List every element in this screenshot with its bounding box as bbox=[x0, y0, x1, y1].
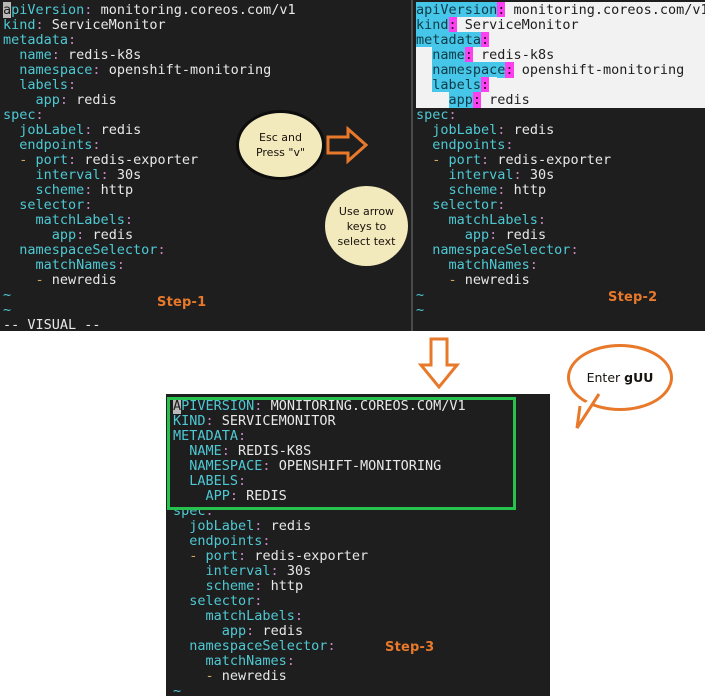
code-line[interactable]: app: redis bbox=[416, 92, 705, 108]
code-line[interactable]: NAMESPACE: OPENSHIFT-MONITORING bbox=[173, 459, 550, 474]
code-line[interactable]: matchNames: bbox=[173, 654, 550, 669]
code-line[interactable]: labels: bbox=[416, 77, 705, 93]
code-line[interactable]: jobLabel: redis bbox=[416, 123, 705, 138]
empty-buffer-line: ~ bbox=[3, 302, 12, 318]
code-line[interactable]: apiVersion: monitoring.coreos.com/v1 bbox=[416, 2, 705, 18]
code-line[interactable]: matchLabels: bbox=[416, 213, 705, 228]
code-line[interactable]: spec: bbox=[416, 108, 705, 123]
code-line[interactable]: spec: bbox=[3, 108, 411, 123]
code-line[interactable]: matchNames: bbox=[416, 258, 705, 273]
callout-enter-prefix: Enter bbox=[586, 370, 625, 385]
arrow-right-icon bbox=[326, 125, 369, 165]
code-line[interactable]: selector: bbox=[416, 198, 705, 213]
arrow-down-icon bbox=[417, 337, 461, 390]
callout-enter-guu: Enter gUU bbox=[567, 344, 673, 429]
code-line[interactable]: - port: redis-exporter bbox=[173, 549, 550, 564]
step-1-label: Step-1 bbox=[157, 295, 207, 310]
code-line[interactable]: matchLabels: bbox=[173, 609, 550, 624]
code-line[interactable]: namespaceSelector: bbox=[416, 243, 705, 258]
vim-status-line: -- VISUAL -- bbox=[3, 317, 101, 332]
code-line[interactable]: interval: 30s bbox=[3, 168, 411, 183]
code-line[interactable]: APIVERSION: MONITORING.COREOS.COM/V1 bbox=[173, 398, 550, 414]
code-line[interactable]: jobLabel: redis bbox=[173, 519, 550, 534]
code-area-step-1[interactable]: apiVersion: monitoring.coreos.com/v1 kind… bbox=[3, 2, 411, 332]
callout-arrowkeys-line-2: keys to bbox=[346, 219, 387, 233]
code-line[interactable]: metadata: bbox=[3, 33, 411, 48]
callout-esc-text: Esc and Press "v" bbox=[256, 130, 305, 160]
code-line[interactable]: kind: ServiceMonitor bbox=[3, 18, 411, 33]
empty-buffer-line: ~ bbox=[416, 287, 425, 303]
code-area-step-3[interactable]: APIVERSION: MONITORING.COREOS.COM/V1 KIND… bbox=[173, 398, 550, 696]
speech-bubble-tail-icon bbox=[575, 393, 601, 429]
code-line[interactable]: kind: ServiceMonitor bbox=[416, 17, 705, 33]
code-line[interactable]: - newredis bbox=[173, 669, 550, 684]
step-3-label: Step-3 bbox=[385, 640, 435, 655]
code-area-step-2[interactable]: apiVersion: monitoring.coreos.com/v1 kin… bbox=[416, 2, 705, 318]
step-2-label: Step-2 bbox=[608, 290, 658, 305]
vim-panel-step-2[interactable]: apiVersion: monitoring.coreos.com/v1 kin… bbox=[413, 0, 705, 331]
code-line[interactable]: KIND: SERVICEMONITOR bbox=[173, 414, 550, 429]
code-line[interactable]: namespace: openshift-monitoring bbox=[416, 62, 705, 78]
code-line[interactable]: - newredis bbox=[416, 273, 705, 288]
code-line[interactable]: LABELS: bbox=[173, 474, 550, 489]
code-line[interactable]: scheme: http bbox=[416, 183, 705, 198]
code-line[interactable]: selector: bbox=[173, 594, 550, 609]
callout-arrowkeys-line-3: select text bbox=[337, 234, 396, 248]
code-line[interactable]: interval: 30s bbox=[416, 168, 705, 183]
callout-enter-text: Enter gUU bbox=[587, 370, 654, 385]
callout-use-arrow-keys: Use arrow keys to select text bbox=[325, 186, 408, 266]
vim-panel-step-1[interactable]: apiVersion: monitoring.coreos.com/v1 kind… bbox=[0, 0, 411, 331]
code-line[interactable]: - newredis bbox=[3, 273, 411, 288]
callout-esc-line-1: Esc and bbox=[259, 131, 302, 144]
callout-arrowkeys-line-1: Use arrow bbox=[338, 204, 395, 218]
callout-enter-command: gUU bbox=[624, 370, 654, 385]
code-line[interactable]: spec: bbox=[173, 504, 550, 519]
code-line[interactable]: namespaceSelector: bbox=[173, 639, 550, 654]
code-line[interactable]: APP: REDIS bbox=[173, 489, 550, 504]
code-line[interactable]: scheme: http bbox=[173, 579, 550, 594]
callout-esc-and-press-v: Esc and Press "v" bbox=[236, 110, 325, 180]
empty-buffer-line: ~ bbox=[416, 302, 425, 318]
code-line[interactable]: metadata: bbox=[416, 32, 705, 48]
code-line[interactable]: METADATA: bbox=[173, 429, 550, 444]
code-line[interactable]: labels: bbox=[3, 78, 411, 93]
callout-arrowkeys-text: Use arrow keys to select text bbox=[338, 204, 396, 249]
code-line[interactable]: apiVersion: monitoring.coreos.com/v1 bbox=[3, 2, 411, 18]
code-line[interactable]: app: redis bbox=[173, 624, 550, 639]
code-line[interactable]: - port: redis-exporter bbox=[416, 153, 705, 168]
empty-buffer-line: ~ bbox=[3, 287, 12, 303]
code-line[interactable]: app: redis bbox=[3, 93, 411, 108]
code-line[interactable]: name: redis-k8s bbox=[416, 47, 705, 63]
code-line[interactable]: app: redis bbox=[416, 228, 705, 243]
empty-buffer-line: ~ bbox=[173, 683, 182, 696]
code-line[interactable]: NAME: REDIS-K8S bbox=[173, 444, 550, 459]
code-line[interactable]: endpoints: bbox=[416, 138, 705, 153]
callout-esc-line-2: Press "v" bbox=[255, 146, 306, 159]
vim-panel-step-3[interactable]: APIVERSION: MONITORING.COREOS.COM/V1 KIND… bbox=[166, 394, 550, 696]
code-line[interactable]: namespace: openshift-monitoring bbox=[3, 63, 411, 78]
code-line[interactable]: name: redis-k8s bbox=[3, 48, 411, 63]
code-line[interactable]: interval: 30s bbox=[173, 564, 550, 579]
code-line[interactable]: endpoints: bbox=[173, 534, 550, 549]
